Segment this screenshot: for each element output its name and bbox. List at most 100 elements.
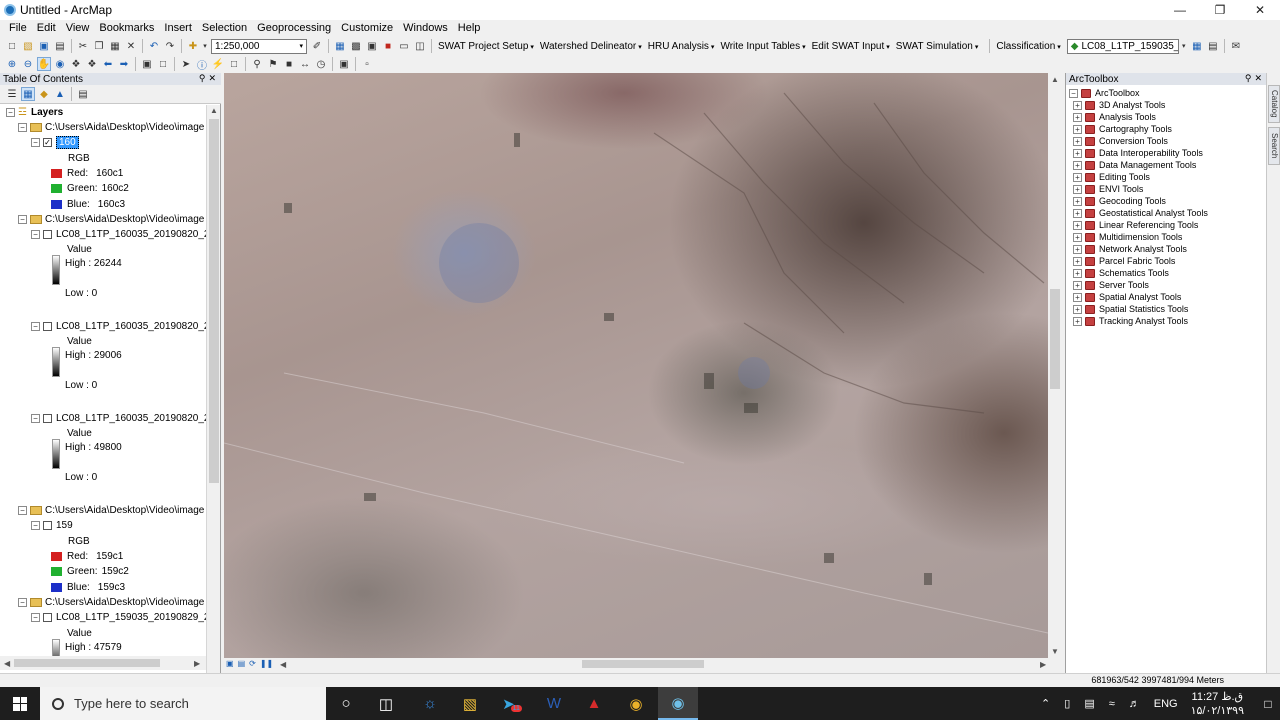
group-row[interactable]: − C:\Users\Aida\Desktop\Video\image xyxy=(18,503,204,517)
classification-tools-icon[interactable]: ✉ xyxy=(1229,39,1243,53)
minimize-button[interactable]: — xyxy=(1160,0,1200,20)
scroll-thumb[interactable] xyxy=(582,660,704,668)
open-folder-icon[interactable]: ▧ xyxy=(21,39,35,53)
pan-icon[interactable]: ✋ xyxy=(37,57,51,71)
watershed-delineator-menu[interactable]: Watershed Delineator ▾ xyxy=(537,41,645,52)
scroll-right-icon[interactable]: ▶ xyxy=(194,659,200,668)
acrobat-icon[interactable]: ▲ xyxy=(574,687,614,720)
menu-geoprocessing[interactable]: Geoprocessing xyxy=(252,22,336,34)
add-data-dropdown-icon[interactable]: ▾ xyxy=(202,39,208,53)
menu-edit[interactable]: Edit xyxy=(32,22,61,34)
expand-icon[interactable]: + xyxy=(1073,124,1082,134)
data-view-icon[interactable]: ▣ xyxy=(226,659,234,668)
scroll-right-icon[interactable]: ▶ xyxy=(1040,660,1046,669)
options-icon[interactable]: ▤ xyxy=(76,87,90,101)
expand-icon[interactable]: + xyxy=(1073,112,1082,122)
layer-row[interactable]: − 159 xyxy=(31,518,73,532)
full-extent-icon[interactable]: ◉ xyxy=(53,57,67,71)
expand-icon[interactable]: + xyxy=(1073,256,1082,266)
catalog-tab[interactable]: Catalog xyxy=(1268,85,1280,123)
scroll-left-icon[interactable]: ◀ xyxy=(280,660,286,669)
pin-icon[interactable]: ⚲✕ xyxy=(199,73,219,84)
show-hidden-icons-icon[interactable]: ⌃ xyxy=(1041,697,1050,710)
chevron-down-icon[interactable]: ▾ xyxy=(1180,39,1188,53)
swipe-icon[interactable]: ▫ xyxy=(360,57,374,71)
taskbar-search[interactable]: Type here to search xyxy=(40,687,326,720)
toc-horizontal-scrollbar[interactable]: ◀ ▶ xyxy=(0,656,206,670)
pause-drawing-icon[interactable]: ❚❚ xyxy=(260,659,273,668)
list-by-drawing-order-icon[interactable]: ☰ xyxy=(5,87,19,101)
menu-selection[interactable]: Selection xyxy=(197,22,252,34)
telegram-icon[interactable]: ➤ 11 xyxy=(492,687,532,720)
menu-file[interactable]: File xyxy=(4,22,32,34)
collapse-icon[interactable]: − xyxy=(18,597,27,607)
collapse-icon[interactable]: − xyxy=(18,505,27,515)
expand-icon[interactable]: + xyxy=(1073,184,1082,194)
layer-row[interactable]: − LC08_L1TP_160035_20190820_201 xyxy=(31,319,206,333)
menu-bookmarks[interactable]: Bookmarks xyxy=(94,22,159,34)
collapse-icon[interactable]: − xyxy=(18,214,27,224)
visibility-checkbox[interactable]: ✓ xyxy=(43,137,52,147)
identify-icon[interactable]: ⓘ xyxy=(195,57,209,72)
expand-icon[interactable]: + xyxy=(1073,160,1082,170)
hru-analysis-menu[interactable]: HRU Analysis ▾ xyxy=(645,41,718,52)
collapse-icon[interactable]: − xyxy=(31,137,40,147)
model-builder-icon[interactable]: ◫ xyxy=(413,39,427,53)
start-button[interactable] xyxy=(0,687,40,720)
layer-row[interactable]: − LC08_L1TP_159035_20190829_201 xyxy=(31,610,206,624)
paste-icon[interactable]: ▦ xyxy=(108,39,122,53)
editor-toolbar-icon[interactable]: ✐ xyxy=(310,39,324,53)
toolbox-item[interactable]: + Schematics Tools xyxy=(1073,267,1169,279)
back-arrow-icon[interactable]: ⬅ xyxy=(101,57,115,71)
swat-simulation-menu[interactable]: SWAT Simulation ▾ xyxy=(893,41,982,52)
toc-vertical-scrollbar[interactable]: ▲ ▼ xyxy=(206,105,220,720)
collapse-icon[interactable]: − xyxy=(31,612,40,622)
group-row[interactable]: − C:\Users\Aida\Desktop\Video\image xyxy=(18,120,204,134)
table-of-contents-icon[interactable]: ▦ xyxy=(333,39,347,53)
wifi-icon[interactable]: ≈ xyxy=(1109,698,1115,710)
scroll-thumb[interactable] xyxy=(1050,289,1060,389)
classification-menu[interactable]: Classification ▾ xyxy=(993,41,1063,52)
cut-icon[interactable]: ✂ xyxy=(76,39,90,53)
hyperlink-icon[interactable]: ⚡ xyxy=(211,57,225,71)
tree-root[interactable]: − ☲ Layers xyxy=(6,105,63,119)
print-icon[interactable]: ▤ xyxy=(53,39,67,53)
toolbox-item[interactable]: + Data Interoperability Tools xyxy=(1073,147,1203,159)
undo-icon[interactable]: ↶ xyxy=(147,39,161,53)
arctoolbox-icon[interactable]: ■ xyxy=(381,39,395,53)
clear-selection-icon[interactable]: □ xyxy=(156,57,170,71)
collapse-icon[interactable]: − xyxy=(18,122,27,132)
map-vertical-scrollbar[interactable]: ▲ ▼ xyxy=(1048,73,1062,658)
toolbox-item[interactable]: + Geocoding Tools xyxy=(1073,195,1166,207)
maximize-button[interactable]: ❐ xyxy=(1200,0,1240,20)
close-button[interactable]: ✕ xyxy=(1240,0,1280,20)
toolbox-item[interactable]: + Editing Tools xyxy=(1073,171,1150,183)
menu-insert[interactable]: Insert xyxy=(159,22,197,34)
network-icon[interactable]: ▤ xyxy=(1084,697,1094,710)
fixed-zoom-in-icon[interactable]: ❖ xyxy=(69,57,83,71)
arcmap-taskbar-icon[interactable]: ◉ xyxy=(658,687,698,720)
scroll-thumb[interactable] xyxy=(209,119,219,483)
forward-arrow-icon[interactable]: ➡ xyxy=(117,57,131,71)
expand-icon[interactable]: + xyxy=(1073,268,1082,278)
menu-help[interactable]: Help xyxy=(453,22,486,34)
scroll-down-icon[interactable]: ▼ xyxy=(1051,647,1059,656)
map-scale-input[interactable]: 1:250,000 ▾ xyxy=(211,38,307,54)
group-row[interactable]: − C:\Users\Aida\Desktop\Video\image xyxy=(18,595,204,609)
usb-icon[interactable]: ▯ xyxy=(1064,697,1070,710)
select-elements-icon[interactable]: ➤ xyxy=(179,57,193,71)
viewer-window-icon[interactable]: ▣ xyxy=(337,57,351,71)
file-explorer-icon[interactable]: ▧ xyxy=(450,687,490,720)
visibility-checkbox[interactable] xyxy=(43,520,52,530)
find-route-icon[interactable]: ⚑ xyxy=(266,57,280,71)
word-icon[interactable]: W xyxy=(534,687,574,720)
expand-icon[interactable]: + xyxy=(1073,280,1082,290)
add-data-icon[interactable]: ✚ xyxy=(186,39,200,53)
menu-customize[interactable]: Customize xyxy=(336,22,398,34)
map-horizontal-scrollbar[interactable]: ◀ ▶ xyxy=(224,658,1062,670)
new-document-icon[interactable]: □ xyxy=(5,39,19,53)
expand-icon[interactable]: + xyxy=(1073,196,1082,206)
scroll-up-icon[interactable]: ▲ xyxy=(210,106,218,115)
create-signature-icon[interactable]: ▤ xyxy=(1206,39,1220,53)
fixed-zoom-out-icon[interactable]: ❖ xyxy=(85,57,99,71)
